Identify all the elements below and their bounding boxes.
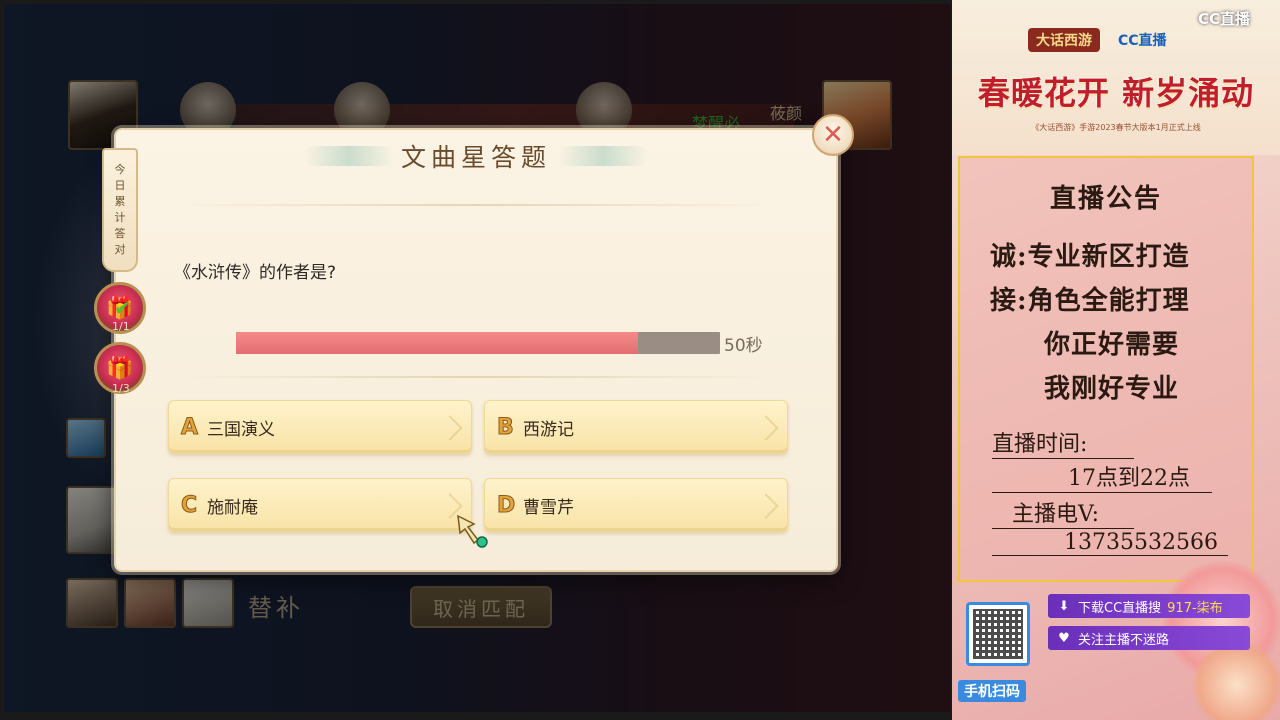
heart-icon: ♥ [1058,630,1070,646]
reward-count: 1/3 [112,382,130,395]
answer-option-c[interactable]: C 施耐庵 [168,478,472,532]
phone-label: 主播电V: [992,496,1134,529]
timer-bar-fill [236,332,638,354]
event-banner: CC直播 大话西游 CC直播 春暖花开 新岁涌动 《大话西游》手游2023春节大… [952,0,1280,155]
quiz-dialog: 文曲星答题 《水浒传》的作者是? 50秒 A 三国演义 B 西游记 C 施耐庵 … [114,128,838,572]
substitute-label: 替补 [248,594,304,622]
check-icon: ✔ [114,296,131,320]
cancel-match-button[interactable]: 取消匹配 [410,586,552,628]
option-letter: A [181,414,199,440]
daily-correct-tab[interactable]: 今 日 累 计 答 对 [102,148,138,272]
substitute-portrait[interactable] [66,578,118,628]
follow-text: 关注主播不迷路 [1078,632,1170,648]
option-letter: B [497,414,515,440]
announcement-box: 直播公告 诚:专业新区打造 接:角色全能打理 你正好需要 我刚好专业 直播时间:… [958,156,1254,582]
phone-value: 13735532566 [992,530,1228,556]
player-portrait[interactable] [66,486,118,554]
follow-banner[interactable]: ♥ 关注主播不迷路 [1048,626,1250,650]
ornament-icon [753,493,779,519]
screen: 梦醒必 莜颜 替补 取消匹配 今 日 累 计 答 对 🎁 ✔ 1/1 🎁 1/3… [0,0,1280,720]
side-tab-char: 日 [114,179,126,192]
stream-time-label: 直播时间: [992,426,1134,459]
cc-live-logo: CC直播 [1198,10,1251,28]
stream-time-value: 17点到22点 [992,460,1212,493]
qr-code-icon [966,602,1030,666]
option-letter: C [181,492,198,518]
answer-option-b[interactable]: B 西游记 [484,400,788,454]
option-text: 施耐庵 [207,497,258,518]
divider [176,204,776,206]
banner-title: 春暖花开 新岁涌动 [977,74,1255,112]
divider [176,376,776,378]
timer-bar [236,332,720,354]
answer-option-d[interactable]: D 曹雪芹 [484,478,788,532]
substitute-portrait[interactable] [124,578,176,628]
option-text: 曹雪芹 [523,497,574,518]
download-icon: ⬇ [1058,598,1070,614]
announcement-line: 诚:专业新区打造 [990,242,1190,272]
option-letter: D [497,492,516,518]
reward-count: 1/1 [112,320,130,333]
answer-option-a[interactable]: A 三国演义 [168,400,472,454]
ornament-icon [437,415,463,441]
option-text: 三国演义 [207,419,275,440]
download-banner[interactable]: ⬇ 下载CC直播搜 917-柒布 [1048,594,1250,618]
cursor-icon [457,514,488,548]
timer-label: 50秒 [724,336,763,356]
download-text: 下载CC直播搜 [1078,600,1162,616]
question-text: 《水浒传》的作者是? [174,263,337,283]
player-portrait[interactable] [66,418,106,458]
cc-live-logo-small: CC直播 [1118,33,1167,49]
announcement-line: 我刚好专业 [1044,374,1180,404]
dialog-title: 文曲星答题 [400,143,551,172]
option-text: 西游记 [523,419,574,440]
side-tab-char: 今 [114,163,126,176]
stream-side-panel: CC直播 大话西游 CC直播 春暖花开 新岁涌动 《大话西游》手游2023春节大… [952,0,1280,720]
ornament-icon [753,415,779,441]
side-tab-char: 累 [114,195,126,208]
substitute-portrait[interactable] [182,578,234,628]
side-tab-char: 答 [114,227,126,240]
channel-id: 917-柒布 [1167,600,1223,616]
flower-decoration [1192,640,1280,720]
close-icon[interactable]: ✕ [812,114,854,156]
announcement-title: 直播公告 [1049,184,1162,214]
game-logo: 大话西游 [1028,28,1100,52]
banner-subtitle: 《大话西游》手游2023春节大版本1月正式上线 [1031,123,1201,132]
scan-label: 手机扫码 [958,680,1026,702]
side-tab-char: 对 [114,243,126,256]
player-name-label: 莜颜 [770,104,803,123]
announcement-line: 接:角色全能打理 [990,286,1190,316]
side-tab-char: 计 [114,211,126,224]
announcement-line: 你正好需要 [1044,330,1180,360]
